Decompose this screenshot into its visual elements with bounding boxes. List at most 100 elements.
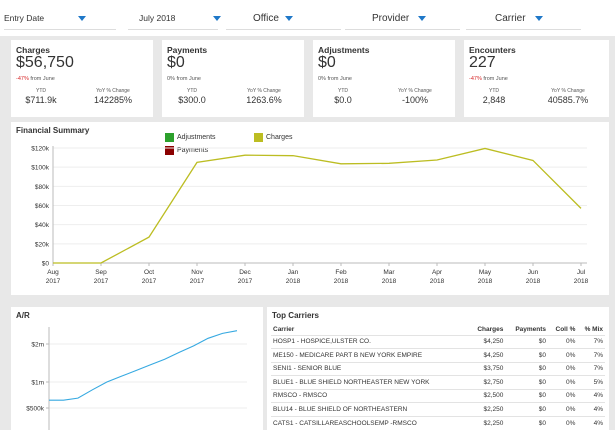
series-line-ar: [49, 330, 238, 401]
yoy-value: -100%: [401, 95, 428, 105]
divider: [4, 29, 116, 30]
y-tick-label: $1m: [31, 380, 44, 387]
card-change: 0% from June: [167, 76, 201, 82]
table-cell: $0: [505, 348, 549, 362]
x-tick-label: Apr: [432, 269, 443, 276]
column-header[interactable]: Coll %: [548, 325, 577, 335]
x-tick-label: Mar: [383, 269, 395, 276]
ytd-label: YTD: [36, 88, 46, 94]
table-cell: 0%: [548, 388, 578, 403]
ytd-label: YTD: [187, 88, 197, 94]
filter-bar: Entry Date July 2018 Office Provider Car…: [0, 0, 615, 36]
chevron-down-icon: [534, 15, 543, 21]
ar-panel: A/R $500k $1m $2m: [11, 307, 263, 430]
y-tick-label: $0: [42, 261, 50, 268]
ytd-value: $300.0: [178, 95, 206, 105]
x-tick-label: Feb: [335, 269, 347, 276]
table-row[interactable]: HOSP1 - HOSPICE,ULSTER CO. $4,250 $0 0% 7%: [271, 334, 605, 349]
y-tick-label: $120k: [31, 146, 49, 153]
table-cell: 4%: [577, 415, 605, 430]
encounters-card: Encounters 227 -47% from June YTD 2,848 …: [464, 40, 609, 117]
x-tick-year: 2018: [286, 278, 301, 285]
yoy-value: 40585.7%: [547, 95, 589, 105]
table-cell: $2,250: [468, 402, 506, 416]
table-header-row: Carrier Charges Payments Coll % % Mix: [271, 325, 605, 335]
provider-label: Provider: [372, 12, 410, 24]
chevron-down-icon: [418, 15, 427, 21]
divider: [345, 29, 460, 30]
office-filter[interactable]: Office: [253, 10, 293, 26]
financial-summary-panel: Financial Summary Adjustments Charges Pa…: [11, 122, 609, 295]
x-tick-label: Jan: [288, 269, 299, 276]
ytd-value: $711.9k: [25, 95, 57, 105]
table-cell: $2,250: [468, 415, 506, 430]
change-text: from June: [481, 76, 508, 82]
entry-date-label: Entry Date: [4, 13, 45, 23]
top-carriers-panel: Top Carriers Carrier Charges Payments Co…: [267, 307, 609, 430]
table-row[interactable]: BLUE1 - BLUE SHIELD NORTHEASTER NEW YORK…: [271, 375, 605, 389]
x-tick-label: Dec: [239, 269, 251, 276]
table-row[interactable]: RMSCO - RMSCO $2,500 $0 0% 4%: [271, 388, 605, 403]
ytd-label: YTD: [489, 88, 499, 94]
table-cell: RMSCO - RMSCO: [271, 388, 469, 403]
table-cell: $0: [505, 402, 549, 416]
chevron-down-icon: [284, 15, 293, 21]
month-filter[interactable]: July 2018: [139, 10, 222, 26]
yoy-label: YoY % Change: [551, 88, 585, 94]
table-cell: 5%: [577, 375, 605, 389]
yoy-value: 142285%: [93, 95, 133, 105]
top-carriers-table: Carrier Charges Payments Coll % % Mix HO…: [271, 325, 605, 430]
column-header[interactable]: % Mix: [577, 325, 605, 335]
table-cell: SENI1 - SENIOR BLUE: [271, 361, 469, 376]
table-cell: CATS1 - CATSILLAREASCHOOLSEMP -RMSCO: [271, 415, 469, 430]
entry-date-filter[interactable]: Entry Date: [4, 10, 87, 26]
x-tick-label: Nov: [191, 269, 203, 276]
x-tick-year: 2018: [574, 278, 589, 285]
change-text: 0% from June: [167, 76, 201, 82]
column-header[interactable]: Carrier: [271, 325, 468, 335]
ytd-value: 2,848: [482, 95, 506, 105]
card-value: $0: [318, 54, 336, 71]
yoy-value: 1263.6%: [246, 95, 282, 105]
table-cell: 0%: [548, 415, 578, 430]
x-tick-label: Jul: [577, 269, 586, 276]
column-header[interactable]: Payments: [505, 325, 548, 335]
financial-summary-chart: $0 $20k $40k $60k $80k $100k $120k Aug 2017 Sep 20…: [31, 146, 589, 286]
table-cell: HOSP1 - HOSPICE,ULSTER CO.: [271, 334, 469, 349]
table-cell: 0%: [548, 375, 578, 389]
change-text: from June: [28, 76, 55, 82]
x-tick-label: Sep: [95, 269, 107, 276]
x-tick-year: 2017: [142, 278, 157, 285]
charges-card: Charges $56,750 -47% from June YTD $711.…: [11, 40, 153, 117]
x-tick-year: 2018: [430, 278, 445, 285]
x-tick-label: Aug: [47, 269, 59, 276]
office-label: Office: [253, 12, 279, 24]
x-tick-year: 2018: [478, 278, 493, 285]
y-tick-label: $2m: [31, 342, 44, 349]
table-row[interactable]: CATS1 - CATSILLAREASCHOOLSEMP -RMSCO $2,2…: [271, 415, 605, 430]
x-tick-year: 2018: [334, 278, 349, 285]
x-tick-year: 2017: [238, 278, 253, 285]
x-tick-label: May: [479, 269, 492, 276]
carrier-filter[interactable]: Carrier: [495, 10, 543, 26]
table-row[interactable]: BLU14 - BLUE SHIELD OF NORTHEASTERN $2,25…: [271, 402, 605, 416]
provider-filter[interactable]: Provider: [372, 10, 427, 26]
y-tick-label: $80k: [35, 184, 50, 191]
table-cell: ME150 - MEDICARE PART B NEW YORK EMPIRE: [271, 348, 469, 362]
y-tick-label: $60k: [35, 203, 50, 210]
table-cell: $2,750: [468, 375, 506, 389]
table-cell: 0%: [548, 361, 578, 376]
card-change: 0% from June: [318, 76, 352, 82]
table-cell: $2,500: [468, 388, 506, 403]
table-row[interactable]: SENI1 - SENIOR BLUE $3,750 $0 0% 7%: [271, 361, 605, 376]
table-cell: 0%: [548, 402, 578, 416]
card-value: 227: [469, 54, 496, 71]
column-header[interactable]: Charges: [468, 325, 505, 335]
table-row[interactable]: ME150 - MEDICARE PART B NEW YORK EMPIRE $…: [271, 348, 605, 362]
carrier-label: Carrier: [495, 12, 526, 24]
y-tick-label: $500k: [26, 406, 44, 413]
change-text: 0% from June: [318, 76, 352, 82]
y-tick-label: $40k: [35, 222, 50, 229]
table-cell: 7%: [577, 334, 605, 349]
table-cell: 7%: [577, 361, 605, 376]
